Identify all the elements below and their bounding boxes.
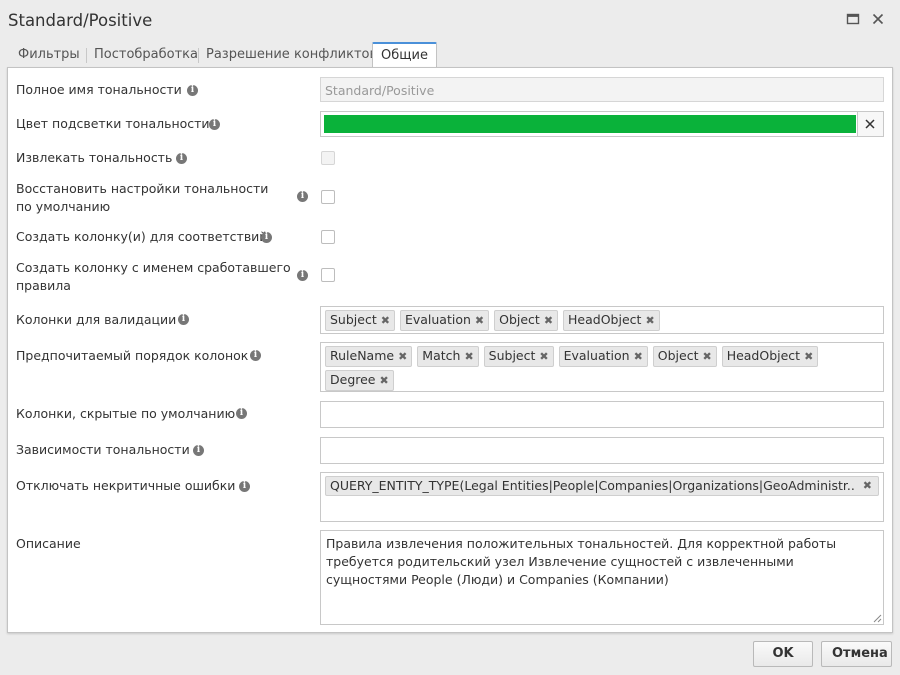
restore-defaults-label: Восстановить настройки тональности по ум… bbox=[16, 181, 269, 214]
extract-sentiment-checkbox[interactable] bbox=[321, 151, 335, 165]
general-settings-panel: Полное имя тональности i Standard/Positi… bbox=[7, 67, 893, 633]
info-icon[interactable]: i bbox=[176, 153, 187, 164]
remove-tag-icon[interactable]: ✖ bbox=[380, 373, 389, 389]
create-match-columns-checkbox[interactable] bbox=[321, 230, 335, 244]
remove-tag-icon[interactable]: ✖ bbox=[645, 313, 654, 329]
maximize-icon[interactable] bbox=[846, 12, 862, 30]
close-icon bbox=[865, 119, 875, 129]
disable-noncritical-errors-label: Отключать некритичные ошибки bbox=[16, 478, 236, 493]
tag-label: HeadObject bbox=[568, 312, 642, 327]
info-icon[interactable]: i bbox=[178, 314, 189, 325]
info-icon[interactable]: i bbox=[187, 85, 198, 96]
tag-chip: RuleName ✖ bbox=[325, 346, 413, 367]
create-rule-column-checkbox[interactable] bbox=[321, 268, 335, 282]
resize-grip-icon[interactable] bbox=[873, 614, 882, 623]
tag-chip: Subject ✖ bbox=[483, 346, 554, 367]
restore-defaults-checkbox[interactable] bbox=[321, 190, 335, 204]
tag-label: Evaluation bbox=[563, 348, 630, 363]
tag-chip: Degree ✖ bbox=[325, 370, 394, 391]
create-match-columns-label: Создать колонку(и) для соответствий bbox=[16, 229, 268, 244]
tag-chip: Subject ✖ bbox=[325, 310, 395, 331]
full-name-input[interactable]: Standard/Positive bbox=[320, 77, 884, 102]
dialog-title: Standard/Positive bbox=[8, 11, 153, 30]
tag-label: Match bbox=[422, 348, 461, 363]
remove-tag-icon[interactable]: ✖ bbox=[804, 349, 813, 365]
info-icon[interactable]: i bbox=[193, 445, 204, 456]
info-icon[interactable]: i bbox=[250, 350, 261, 361]
description-label: Описание bbox=[16, 536, 81, 551]
remove-tag-icon[interactable]: ✖ bbox=[634, 349, 643, 365]
preferred-column-order-label: Предпочитаемый порядок колонок bbox=[16, 348, 249, 363]
highlight-color-label: Цвет подсветки тональности bbox=[16, 116, 210, 131]
sentiment-dependencies-label: Зависимости тональности bbox=[16, 442, 190, 457]
hidden-columns-input[interactable] bbox=[320, 401, 884, 428]
tag-chip: Object ✖ bbox=[652, 346, 717, 367]
description-text: Правила извлечения положительных тональн… bbox=[326, 536, 837, 587]
disable-noncritical-errors-tags[interactable]: QUERY_ENTITY_TYPE(Legal Entities|People|… bbox=[320, 472, 884, 522]
tag-label: Evaluation bbox=[404, 312, 471, 327]
info-icon[interactable]: i bbox=[209, 119, 220, 130]
remove-tag-icon[interactable]: ✖ bbox=[863, 478, 872, 494]
tag-label: Subject bbox=[488, 348, 536, 363]
remove-tag-icon[interactable]: ✖ bbox=[702, 349, 711, 365]
validation-columns-tags[interactable]: Subject ✖ Evaluation ✖ Object ✖ HeadObject ✖ bbox=[320, 306, 884, 334]
tag-chip: QUERY_ENTITY_TYPE(Legal Entities|People|… bbox=[325, 476, 879, 496]
tag-chip: Evaluation ✖ bbox=[399, 310, 490, 331]
tag-chip: Object ✖ bbox=[494, 310, 559, 331]
clear-color-button[interactable] bbox=[857, 112, 883, 136]
info-icon[interactable]: i bbox=[297, 270, 308, 281]
info-icon[interactable]: i bbox=[236, 408, 247, 419]
tag-chip: HeadObject ✖ bbox=[563, 310, 660, 331]
tab-general[interactable]: Общие bbox=[372, 42, 437, 69]
remove-tag-icon[interactable]: ✖ bbox=[475, 313, 484, 329]
tag-label: Object bbox=[499, 312, 540, 327]
remove-tag-icon[interactable]: ✖ bbox=[464, 349, 473, 365]
remove-tag-icon[interactable]: ✖ bbox=[381, 313, 390, 329]
close-icon[interactable] bbox=[871, 12, 887, 30]
validation-columns-label: Колонки для валидации bbox=[16, 312, 177, 327]
tag-label: QUERY_ENTITY_TYPE(Legal Entities|People|… bbox=[330, 478, 856, 493]
preferred-column-order-tags[interactable]: RuleName ✖ Match ✖ Subject ✖ Evaluation ✖ Ob… bbox=[320, 342, 884, 392]
remove-tag-icon[interactable]: ✖ bbox=[539, 349, 548, 365]
cancel-button[interactable]: Отмена bbox=[821, 641, 892, 667]
info-icon[interactable]: i bbox=[297, 191, 308, 202]
title-bar: Standard/Positive bbox=[0, 0, 900, 42]
tag-label: RuleName bbox=[330, 348, 395, 363]
info-icon[interactable]: i bbox=[239, 481, 250, 492]
create-rule-column-label: Создать колонку с именем сработавшего пр… bbox=[16, 260, 291, 293]
remove-tag-icon[interactable]: ✖ bbox=[544, 313, 553, 329]
color-swatch[interactable] bbox=[324, 115, 856, 133]
tab-conflict-resolution[interactable]: Разрешение конфликтов bbox=[198, 42, 385, 68]
hidden-columns-label: Колонки, скрытые по умолчанию bbox=[16, 406, 236, 421]
tab-postprocessing[interactable]: Постобработка bbox=[86, 42, 206, 68]
description-textarea[interactable]: Правила извлечения положительных тональн… bbox=[320, 530, 884, 625]
tag-label: Object bbox=[657, 348, 699, 363]
tag-chip: HeadObject ✖ bbox=[721, 346, 819, 367]
tag-chip: Evaluation ✖ bbox=[558, 346, 648, 367]
remove-tag-icon[interactable]: ✖ bbox=[398, 349, 407, 365]
full-name-label: Полное имя тональности bbox=[16, 82, 182, 97]
sentiment-dependencies-input[interactable] bbox=[320, 437, 884, 464]
tag-chip: Match ✖ bbox=[417, 346, 479, 367]
tag-label: Degree bbox=[330, 372, 376, 387]
tag-label: Subject bbox=[330, 312, 377, 327]
extract-sentiment-label: Извлекать тональность bbox=[16, 150, 173, 165]
tag-label: HeadObject bbox=[726, 348, 801, 363]
tab-filters[interactable]: Фильтры bbox=[10, 42, 88, 68]
ok-button[interactable]: OK bbox=[753, 641, 813, 667]
info-icon[interactable]: i bbox=[261, 232, 272, 243]
highlight-color-picker[interactable] bbox=[320, 111, 884, 137]
